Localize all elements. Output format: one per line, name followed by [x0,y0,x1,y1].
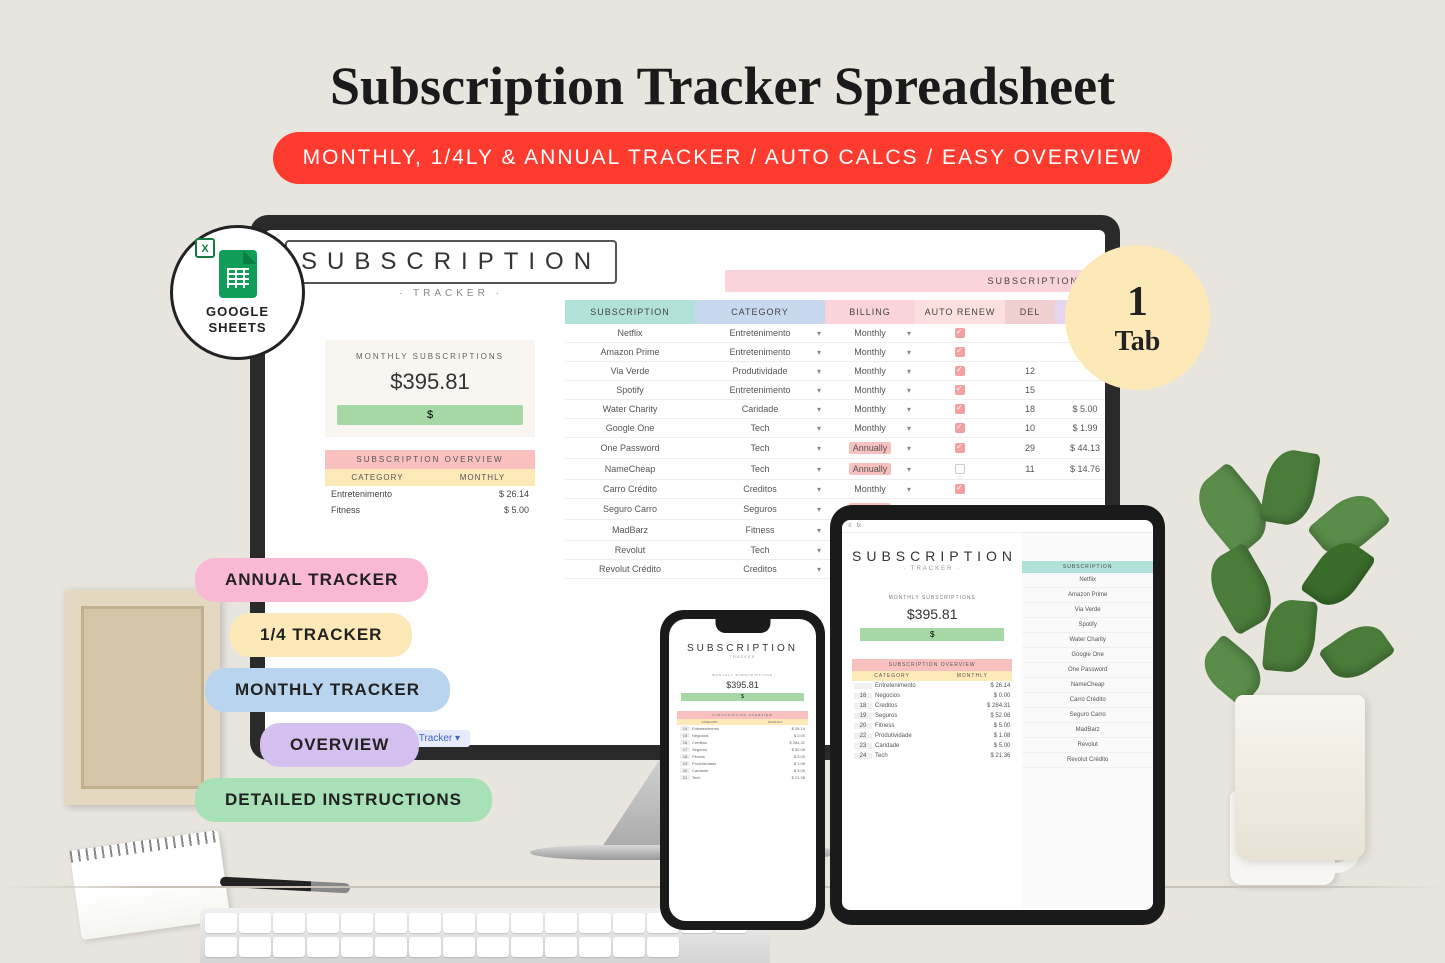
phone-row: 20Caridade$ 5.00 [677,767,808,774]
overview-col-monthly: MONTHLY [430,469,535,486]
tablet-sub-item: Revolut [1022,738,1153,753]
plant [1185,440,1415,860]
tablet-sub-item: Amazon Prime [1022,588,1153,603]
tablet-row: 19Seguros$ 52.08 [852,711,1012,721]
tablet-row: 18Creditos$ 284.31 [852,701,1012,711]
pill-monthly: MONTHLY TRACKER [205,668,450,712]
tablet-row: 16Negocios$ 0.00 [852,691,1012,701]
phone-row: 14Entretenimento$ 26.14 [677,725,808,732]
tablet-sub-item: One Password [1022,663,1153,678]
tablet-sub-item: Carro Crédito [1022,693,1153,708]
right-section-header: SUBSCRIPTION [725,270,1085,292]
phone-row: 17Seguros$ 52.08 [677,746,808,753]
phone-amount: $395.81 [681,680,804,690]
tab-number: 1 [1127,278,1148,326]
pill-quarter: 1/4 TRACKER [230,613,412,657]
overview-box: SUBSCRIPTION OVERVIEW CATEGORY MONTHLY E… [325,450,535,518]
subtitle-banner: MONTHLY, 1/4LY & ANNUAL TRACKER / AUTO C… [273,132,1173,184]
phone-row: 15Negocios$ 0.00 [677,732,808,739]
sheets-icon [219,250,257,298]
tablet-device: ≡ fx SUBSCRIPTION · TRACKER · MONTHLY SU… [830,505,1165,925]
phone-row: 19Produtividade$ 1.08 [677,760,808,767]
phone-row: 21Tech$ 21.36 [677,774,808,781]
tablet-sub-item: NameCheap [1022,678,1153,693]
table-row[interactable]: Google OneTech▾Monthly▾10$ 1.99 [565,419,1105,438]
tablet-col-cat: CATEGORY [852,671,932,681]
overview-header: SUBSCRIPTION OVERVIEW [325,450,535,469]
table-row[interactable]: SpotifyEntretenimento▾Monthly▾15 [565,381,1105,400]
phone-device: SUBSCRIPTION TRACKER MONTHLY SUBSCRIPTIO… [660,610,825,930]
table-row[interactable]: One PasswordTech▾Annually▾29$ 44.13 [565,438,1105,459]
tablet-row: 22Produtividade$ 1.08 [852,731,1012,741]
tablet-monthly-label: MONTHLY SUBSCRIPTIONS [860,595,1004,601]
th-autorenew: AUTO RENEW [915,300,1005,324]
main-title: Subscription Tracker Spreadsheet [0,0,1445,117]
excel-icon: X [195,238,215,258]
table-row[interactable]: Via VerdeProdutividade▾Monthly▾12 [565,362,1105,381]
tablet-row: 24Tech$ 21.36 [852,751,1012,761]
tablet-screen: ≡ fx SUBSCRIPTION · TRACKER · MONTHLY SU… [842,520,1153,910]
tablet-overview-header: SUBSCRIPTION OVERVIEW [852,659,1012,671]
tablet-sub-item: Water Charity [1022,633,1153,648]
phone-screen: SUBSCRIPTION TRACKER MONTHLY SUBSCRIPTIO… [669,619,816,921]
pen [220,877,350,894]
vase [1235,695,1365,860]
tablet-sub-item: Revolut Crédito [1022,753,1153,768]
monthly-label: MONTHLY SUBSCRIPTIONS [337,352,523,361]
table-row[interactable]: NameCheapTech▾Annually▾11$ 14.76 [565,459,1105,480]
feature-pills: ANNUAL TRACKER 1/4 TRACKER MONTHLY TRACK… [195,558,492,833]
th-category: CATEGORY [695,300,825,324]
sheets-text-2: SHEETS [208,320,266,335]
pill-annual: ANNUAL TRACKER [195,558,428,602]
currency-selector[interactable]: $ [337,405,523,425]
phone-notch [715,619,770,633]
tablet-amount: $395.81 [860,606,1004,622]
tablet-title: SUBSCRIPTION [852,548,1012,564]
tracker-label: · TRACKER · [285,288,617,299]
monthly-amount: $395.81 [337,369,523,395]
tablet-sub-item: MadBarz [1022,723,1153,738]
sheet-title: SUBSCRIPTION [285,240,617,284]
table-row[interactable]: NetflixEntretenimento▾Monthly▾ [565,324,1105,343]
th-del: DEL [1005,300,1055,324]
phone-row: 16Creditos$ 284.31 [677,739,808,746]
overview-row: Entretenimento$ 26.14 [325,486,535,502]
tablet-currency[interactable]: $ [860,628,1004,641]
tablet-row: Entretenimento$ 26.14 [852,681,1012,691]
th-billing: BILLING [825,300,915,324]
tablet-toolbar: ≡ fx [842,520,1153,533]
table-row[interactable]: Carro CréditoCreditos▾Monthly▾ [565,480,1105,499]
phone-currency[interactable]: $ [681,693,804,701]
monthly-summary-box: MONTHLY SUBSCRIPTIONS $395.81 $ [325,340,535,437]
google-sheets-badge: GOOGLESHEETS [170,225,305,360]
tab-count-badge: 1 Tab [1065,245,1210,390]
tablet-tracker-label: · TRACKER · [852,566,1012,572]
tablet-sub-item: Via Verde [1022,603,1153,618]
phone-overview-header: SUBSCRIPTION OVERVIEW [677,711,808,719]
tablet-sub-header: SUBSCRIPTION [1022,561,1153,573]
phone-col-mon: MONTHLY [743,719,809,725]
tablet-sub-item: Netflix [1022,573,1153,588]
phone-tracker-label: TRACKER [677,654,808,659]
tablet-col-mon: MONTHLY [932,671,1012,681]
sheets-text-1: GOOGLE [206,304,269,319]
phone-title: SUBSCRIPTION [677,643,808,654]
pill-overview: OVERVIEW [260,723,419,767]
th-subscription: SUBSCRIPTION [565,300,695,324]
tablet-sub-item: Seguro Carro [1022,708,1153,723]
overview-row: Fitness$ 5.00 [325,502,535,518]
tablet-sub-item: Google One [1022,648,1153,663]
phone-row: 18Fitness$ 5.00 [677,753,808,760]
table-row[interactable]: Water CharityCaridade▾Monthly▾18$ 5.00 [565,400,1105,419]
table-row[interactable]: Amazon PrimeEntretenimento▾Monthly▾ [565,343,1105,362]
phone-col-cat: CATEGORY [677,719,743,725]
phone-monthly-label: MONTHLY SUBSCRIPTIONS [681,673,804,677]
tab-label: Tab [1115,326,1161,358]
pill-instructions: DETAILED INSTRUCTIONS [195,778,492,822]
tablet-row: 20Fitness$ 5.00 [852,721,1012,731]
overview-col-category: CATEGORY [325,469,430,486]
tablet-sub-item: Spotify [1022,618,1153,633]
tablet-row: 23Caridade$ 5.00 [852,741,1012,751]
